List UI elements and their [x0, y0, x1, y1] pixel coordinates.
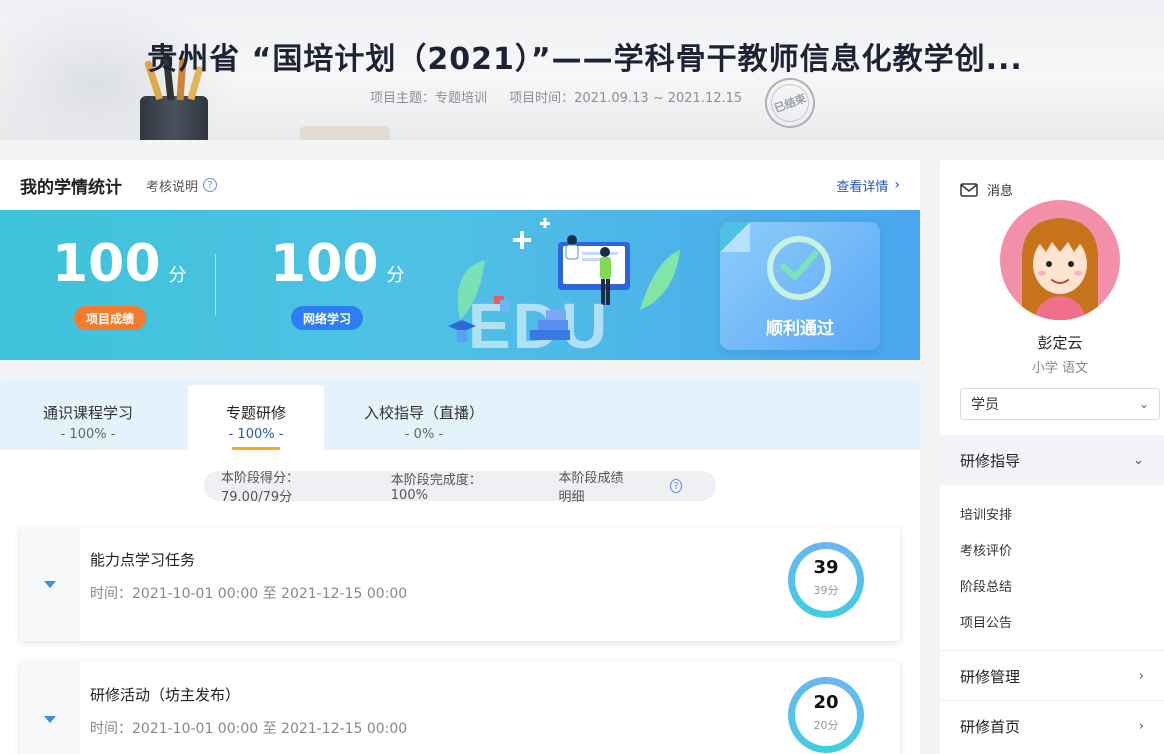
view-detail-label: 查看详情	[836, 179, 889, 195]
online-score-tag: 网络学习	[291, 306, 364, 330]
task-card: 研修活动（坊主发布） 时间：2021-10-01 00:00 至 2021-12…	[20, 662, 900, 754]
score-divider	[215, 254, 216, 316]
cup-image	[300, 126, 390, 140]
stage-tabs: 通识课程学习 - 100% - 专题研修 - 100% - 入校指导（直播） -…	[0, 380, 920, 450]
menu-item-stage-summary[interactable]: 阶段总结	[940, 567, 1164, 603]
project-theme: 项目主题：专题培训	[370, 91, 488, 106]
tab-school-guidance-live[interactable]: 入校指导（直播） - 0% -	[356, 380, 492, 450]
tab-percent: - 0% -	[404, 427, 444, 442]
stage-completion: 本阶段完成度：100%	[390, 473, 482, 503]
menu-item-training-plan[interactable]: 培训安排	[940, 495, 1164, 531]
chevron-down-icon: ⌄	[1138, 397, 1149, 411]
task-time: 时间：2021-10-01 00:00 至 2021-12-15 00:00	[90, 586, 408, 602]
stage-summary: 本阶段得分：79.00/79分 本阶段完成度：100% 本阶段成绩明细 ?	[204, 471, 716, 505]
exam-note-label: 考核说明	[146, 179, 199, 195]
learning-stats-card: 我的学情统计 考核说明 ? 查看详情 › 100 分 项目成绩 100 分 网络学习	[0, 160, 920, 360]
stage-detail-link[interactable]: 本阶段成绩明细 ?	[541, 467, 699, 505]
chevron-right-icon: ›	[1138, 668, 1144, 684]
task-score-sub: 39分	[813, 583, 839, 597]
project-period: 项目时间：2021.09.13 ~ 2021.12.15	[509, 91, 743, 106]
message-label: 消息	[987, 184, 1014, 199]
menu-head-study-management[interactable]: 研修管理 ›	[940, 651, 1164, 701]
menu-head-study-guide[interactable]: 研修指导 ⌄	[940, 435, 1164, 485]
task-name: 研修活动（坊主发布）	[90, 686, 241, 704]
project-score-tag: 项目成绩	[74, 306, 147, 330]
menu-group-study-management: 研修管理 ›	[940, 650, 1164, 701]
project-score-unit: 分	[168, 265, 187, 286]
task-score-sub: 20分	[813, 718, 839, 732]
task-score: 39	[813, 557, 839, 578]
menu-group-study-guide: 研修指导 ⌄ 培训安排 考核评价 阶段总结 项目公告	[940, 435, 1164, 639]
tab-percent: - 100% -	[60, 427, 116, 442]
score-strip: 100分 项目成绩 100分 网络学习 EDU	[0, 210, 920, 360]
role-select[interactable]: 学员 ⌄	[960, 388, 1160, 420]
tab-label: 入校指导（直播）	[363, 404, 484, 422]
project-meta: 项目主题：专题培训 项目时间：2021.09.13 ~ 2021.12.15	[370, 87, 760, 106]
project-score-value: 100	[52, 234, 161, 294]
menu-head-study-home[interactable]: 研修首页 ›	[940, 701, 1164, 751]
tab-percent: - 100% -	[228, 427, 284, 442]
menu-group-study-home: 研修首页 ›	[940, 700, 1164, 751]
ended-stamp: 已结束	[757, 70, 823, 136]
user-name: 彭定云	[1037, 334, 1083, 352]
caret-down-icon	[44, 580, 56, 588]
score-ring: 20 20分	[788, 677, 864, 753]
check-circle-icon	[767, 236, 831, 300]
online-score-unit: 分	[386, 265, 405, 286]
menu-item-announcement[interactable]: 项目公告	[940, 603, 1164, 639]
edu-illustration: EDU	[448, 218, 680, 360]
task-score: 20	[813, 692, 839, 713]
tab-label: 通识课程学习	[42, 404, 133, 422]
expand-toggle[interactable]	[20, 527, 80, 641]
tab-topic-study[interactable]: 专题研修 - 100% -	[188, 385, 324, 450]
stage-score: 本阶段得分：79.00/79分	[221, 471, 300, 505]
task-card: 能力点学习任务 时间：2021-10-01 00:00 至 2021-12-15…	[20, 527, 900, 641]
menu-head-label: 研修指导	[960, 451, 1021, 470]
online-score-value: 100	[270, 234, 379, 294]
online-score: 100 分	[270, 238, 405, 290]
chevron-right-icon: ›	[894, 177, 900, 193]
pen-holder-image	[140, 96, 208, 140]
view-detail-link[interactable]: 查看详情 ›	[836, 176, 900, 195]
leaf-right	[640, 250, 680, 310]
menu-head-label: 研修首页	[960, 717, 1021, 736]
expand-toggle[interactable]	[20, 662, 80, 754]
project-score: 100 分	[52, 238, 187, 290]
exam-note-link[interactable]: 考核说明 ?	[146, 176, 218, 195]
menu-item-assessment[interactable]: 考核评价	[940, 531, 1164, 567]
stats-title: 我的学情统计	[20, 177, 122, 198]
question-icon: ?	[203, 178, 218, 192]
chevron-down-icon: ⌄	[1133, 452, 1144, 468]
task-time: 时间：2021-10-01 00:00 至 2021-12-15 00:00	[90, 721, 408, 737]
chevron-right-icon: ›	[1138, 718, 1144, 734]
task-name: 能力点学习任务	[90, 551, 196, 569]
question-icon: ?	[669, 479, 682, 493]
score-ring: 39 39分	[788, 542, 864, 618]
course-progress-card: 通识课程学习 - 100% - 专题研修 - 100% - 入校指导（直播） -…	[0, 380, 920, 754]
pass-badge: 顺利通过	[720, 222, 880, 350]
message-link[interactable]: 消息	[960, 180, 1013, 199]
role-value: 学员	[971, 397, 999, 413]
stage-detail-label: 本阶段成绩明细	[558, 471, 624, 505]
page-title: 贵州省 “国培计划（2021）”——学科骨干教师信息化教学创...	[147, 42, 1023, 77]
pass-label: 顺利通过	[766, 319, 834, 339]
menu-head-label: 研修管理	[960, 667, 1021, 686]
caret-down-icon	[44, 715, 56, 723]
plus-decoration	[513, 218, 550, 249]
user-sidebar: 消息 彭定云 小学 语文 学员 ⌄ 研修指导 ⌄ 培训安排 考核评价 阶段总结 …	[940, 160, 1164, 754]
avatar[interactable]	[1000, 200, 1120, 320]
stats-header: 我的学情统计 考核说明 ? 查看详情 ›	[0, 160, 920, 210]
user-subject: 小学 语文	[1031, 361, 1089, 376]
mail-icon	[960, 182, 978, 197]
project-banner: 贵州省 “国培计划（2021）”——学科骨干教师信息化教学创... 项目主题：专…	[0, 0, 1164, 140]
tab-general-course[interactable]: 通识课程学习 - 100% -	[20, 380, 156, 450]
tab-label: 专题研修	[225, 404, 286, 422]
